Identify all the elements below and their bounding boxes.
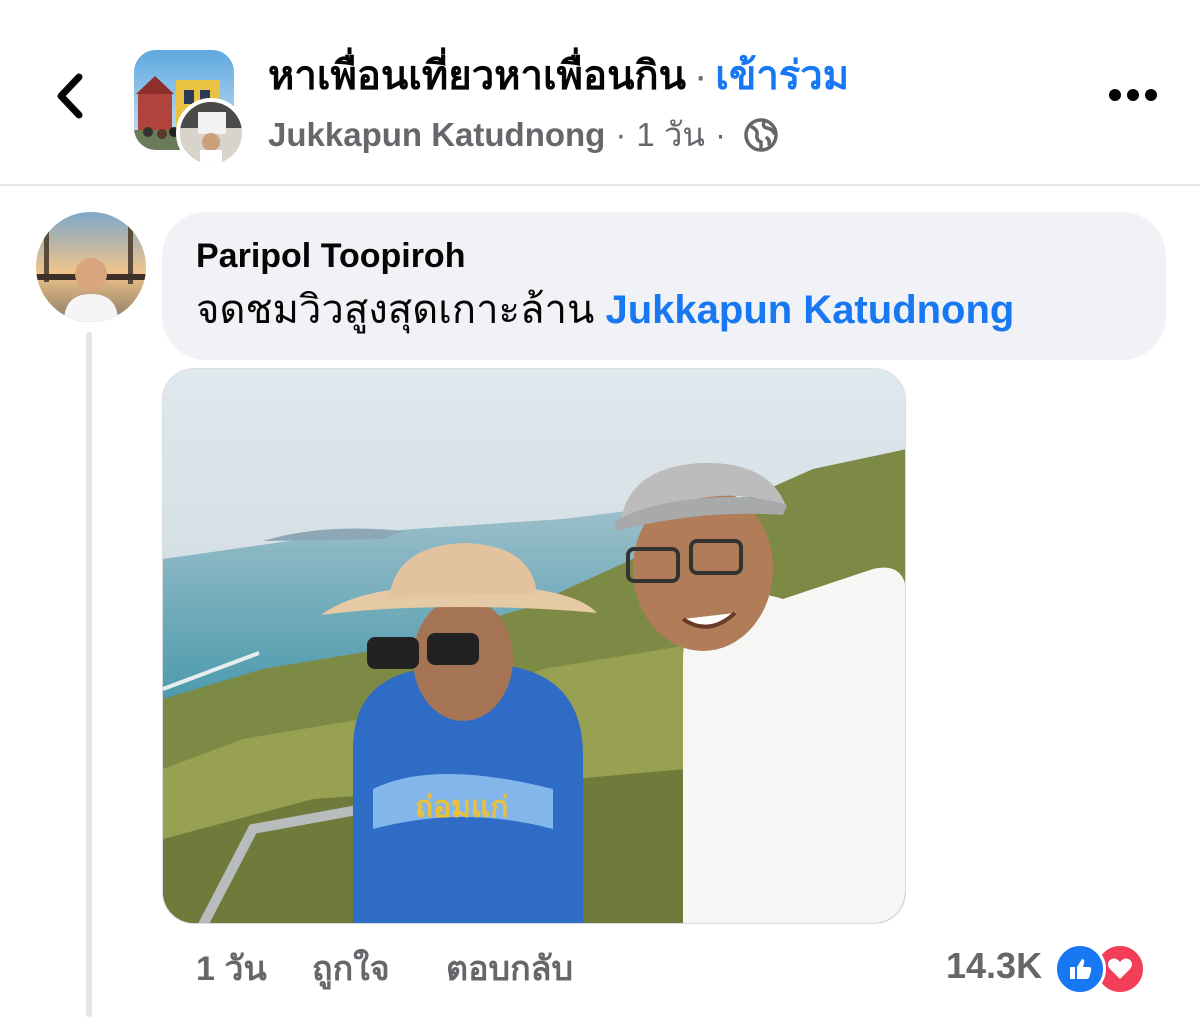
svg-text:ถ่อมแก่: ถ่อมแก่ (415, 790, 508, 825)
mention-link[interactable]: Jukkapun Katudnong (605, 288, 1014, 332)
thread-line (86, 332, 92, 1017)
header-divider (0, 184, 1200, 186)
post-meta: Jukkapun Katudnong · 1 วัน · (268, 112, 780, 158)
globe-icon (744, 118, 778, 152)
like-reaction-icon (1054, 943, 1107, 995)
reaction-icons (1054, 941, 1150, 995)
commenter-name[interactable]: Paripol Toopiroh (196, 234, 1132, 278)
more-horizontal-icon (1109, 89, 1157, 101)
reply-button[interactable]: ตอบกลับ (446, 941, 573, 995)
separator-dot: · (615, 116, 627, 153)
separator-dot: · (714, 116, 726, 153)
reaction-summary[interactable]: 14.3K (946, 938, 1150, 995)
group-name[interactable]: หาเพื่อนเที่ยวหาเพื่อนกิน (268, 54, 686, 98)
post-header: หาเพื่อนเที่ยวหาเพื่อนกิน · เข้าร่วม Jukka… (0, 0, 1200, 184)
reaction-count[interactable]: 14.3K (946, 945, 1042, 987)
comment-photo[interactable]: ถ่อมแก่ (162, 368, 906, 924)
like-button[interactable]: ถูกใจ (312, 941, 446, 995)
author-avatar[interactable] (176, 98, 246, 168)
comment-actions: 1 วัน ถูกใจ ตอบกลับ (196, 940, 573, 996)
comment-text: จดชมวิวสูงสุดเกาะล้าน Jukkapun Katudnong (196, 282, 1132, 338)
chevron-left-icon (57, 73, 83, 119)
separator-dot: · (693, 54, 708, 98)
commenter-avatar[interactable] (36, 212, 146, 322)
author-name[interactable]: Jukkapun Katudnong (268, 112, 605, 158)
more-options-button[interactable] (1098, 70, 1168, 120)
comment-body: จดชมวิวสูงสุดเกาะล้าน (196, 288, 595, 332)
comment-bubble: Paripol Toopiroh จดชมวิวสูงสุดเกาะล้าน J… (162, 212, 1166, 360)
comment-time[interactable]: 1 วัน (196, 941, 312, 995)
join-group-button[interactable]: เข้าร่วม (715, 54, 849, 98)
back-button[interactable] (40, 66, 100, 126)
group-title-line: หาเพื่อนเที่ยวหาเพื่อนกิน · เข้าร่วม (268, 50, 849, 102)
post-time[interactable]: 1 วัน (636, 112, 705, 158)
